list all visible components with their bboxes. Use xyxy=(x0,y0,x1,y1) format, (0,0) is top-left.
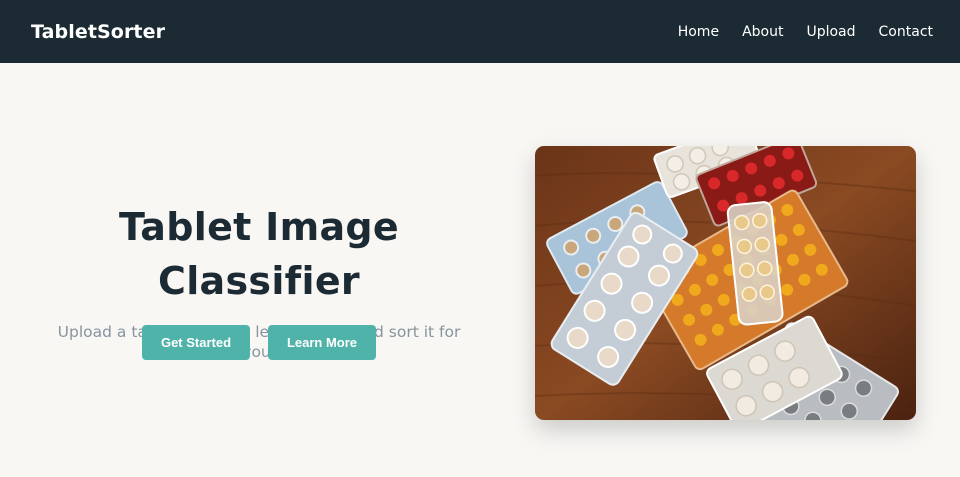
nav-link-contact[interactable]: Contact xyxy=(879,24,933,40)
top-navbar: TabletSorter Home About Upload Contact xyxy=(0,0,960,63)
nav-link-upload[interactable]: Upload xyxy=(806,24,855,40)
nav-links: Home About Upload Contact xyxy=(678,24,933,40)
get-started-button[interactable]: Get Started xyxy=(142,325,250,360)
nav-link-about[interactable]: About xyxy=(742,24,783,40)
brand-logo[interactable]: TabletSorter xyxy=(31,21,165,43)
hero-title: Tablet Image Classifier xyxy=(118,205,399,303)
hero-buttons: Get Started Learn More xyxy=(142,325,376,360)
tablet-blister-packs-photo xyxy=(535,146,916,420)
hero-image xyxy=(535,146,916,420)
nav-link-home[interactable]: Home xyxy=(678,24,719,40)
learn-more-button[interactable]: Learn More xyxy=(268,325,376,360)
